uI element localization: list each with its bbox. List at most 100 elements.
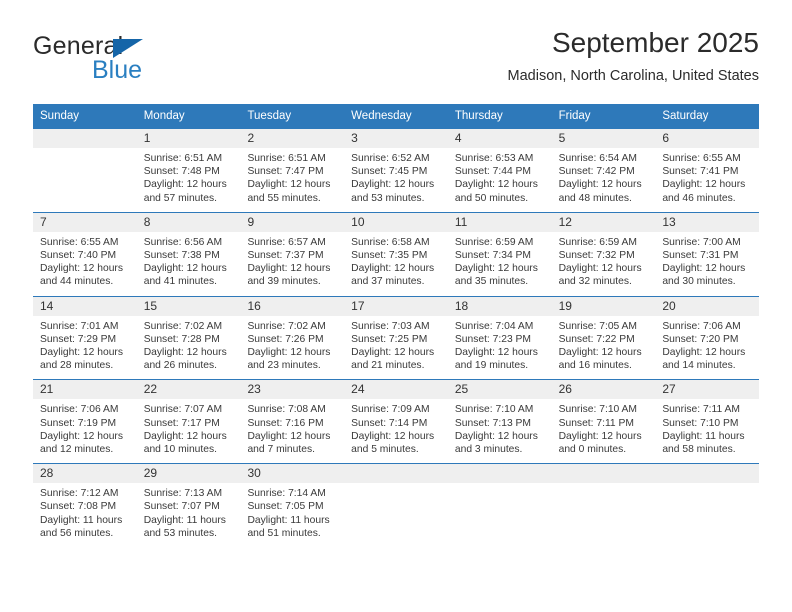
calendar-day-cell-empty: [655, 464, 760, 548]
day-detail-line: Daylight: 11 hours: [662, 430, 745, 442]
day-detail-line: Sunrise: 6:55 AM: [662, 153, 741, 164]
calendar-day-cell-empty: [344, 464, 448, 548]
day-detail-line: Sunset: 7:14 PM: [351, 417, 428, 429]
day-detail-line: Daylight: 12 hours: [351, 179, 435, 191]
day-detail-line: and 12 minutes.: [40, 444, 114, 456]
day-detail-line: Sunrise: 7:14 AM: [247, 488, 326, 500]
day-number: 12: [551, 212, 656, 232]
weekday-header-thursday: Thursday: [447, 104, 552, 129]
day-detail-line: Sunrise: 7:02 AM: [143, 320, 223, 332]
calendar-day-cell[interactable]: 26 Sunrise: 7:10 AM Sunset: 7:11 PM Dayligh…: [551, 380, 656, 464]
day-detail-line: Sunrise: 7:02 AM: [247, 320, 326, 332]
day-detail-line: and 48 minutes.: [558, 192, 632, 204]
day-detail-line: Daylight: 12 hours: [662, 347, 746, 359]
day-details: Sunrise: 7:02 AM Sunset: 7:28 PM Daylight:…: [137, 316, 241, 373]
day-number: 3: [344, 129, 448, 148]
day-detail-line: and 53 minutes.: [351, 192, 425, 204]
day-detail-line: Daylight: 11 hours: [143, 514, 226, 526]
day-detail-line: Sunset: 7:42 PM: [558, 166, 635, 178]
calendar-day-cell[interactable]: 9 Sunrise: 6:57 AM Sunset: 7:37 PM Daylight…: [240, 212, 345, 296]
day-detail-line: Daylight: 12 hours: [662, 263, 746, 275]
day-detail-line: Daylight: 11 hours: [247, 514, 330, 526]
calendar-day-cell[interactable]: 11 Sunrise: 6:59 AM Sunset: 7:34 PM Dayligh…: [447, 212, 552, 296]
day-details: Sunrise: 6:56 AM Sunset: 7:38 PM Daylight:…: [137, 232, 241, 289]
calendar-day-cell[interactable]: 22 Sunrise: 7:07 AM Sunset: 7:17 PM Dayligh…: [136, 380, 241, 464]
calendar-day-cell[interactable]: 13 Sunrise: 7:00 AM Sunset: 7:31 PM Dayligh…: [655, 212, 760, 296]
calendar-day-cell[interactable]: 12 Sunrise: 6:59 AM Sunset: 7:32 PM Dayligh…: [551, 212, 656, 296]
day-detail-line: Sunrise: 6:58 AM: [351, 236, 430, 248]
day-detail-line: Sunrise: 7:05 AM: [558, 320, 638, 332]
calendar-day-cell[interactable]: 23 Sunrise: 7:08 AM Sunset: 7:16 PM Dayligh…: [240, 380, 345, 464]
day-number: 11: [447, 212, 552, 232]
day-detail-line: Daylight: 12 hours: [454, 179, 538, 191]
calendar-day-cell[interactable]: 4 Sunrise: 6:53 AM Sunset: 7:44 PM Daylight…: [447, 129, 552, 212]
day-detail-line: and 3 minutes.: [454, 444, 523, 456]
title-block: September 2025 Madison, North Carolina, …: [508, 26, 759, 86]
day-detail-line: Daylight: 12 hours: [351, 263, 435, 275]
day-detail-line: Daylight: 12 hours: [558, 347, 642, 359]
day-number: 24: [344, 380, 448, 400]
day-details: Sunrise: 7:11 AM Sunset: 7:10 PM Daylight:…: [655, 399, 759, 456]
day-number: [551, 464, 656, 484]
day-detail-line: Sunset: 7:40 PM: [40, 250, 117, 262]
day-number: 7: [33, 212, 137, 232]
day-detail-line: Daylight: 12 hours: [454, 347, 538, 359]
calendar-day-cell[interactable]: 2 Sunrise: 6:51 AM Sunset: 7:47 PM Daylight…: [240, 129, 345, 212]
calendar-day-cell[interactable]: 1 Sunrise: 6:51 AM Sunset: 7:48 PM Daylight…: [136, 129, 241, 212]
day-number: 30: [240, 464, 345, 484]
calendar-day-cell[interactable]: 29 Sunrise: 7:13 AM Sunset: 7:07 PM Dayligh…: [136, 464, 241, 548]
calendar-week-row: 1 Sunrise: 6:51 AM Sunset: 7:48 PM Daylight…: [33, 129, 760, 212]
calendar-day-cell[interactable]: 16 Sunrise: 7:02 AM Sunset: 7:26 PM Dayligh…: [240, 296, 345, 380]
calendar-day-cell[interactable]: 5 Sunrise: 6:54 AM Sunset: 7:42 PM Daylight…: [551, 129, 656, 212]
day-number: 13: [655, 212, 760, 232]
weekday-header-friday: Friday: [551, 104, 656, 129]
calendar-day-cell-empty: [33, 129, 137, 212]
day-number: 28: [33, 464, 137, 484]
day-details: Sunrise: 6:52 AM Sunset: 7:45 PM Daylight:…: [344, 148, 448, 205]
day-detail-line: Daylight: 12 hours: [143, 347, 227, 359]
day-detail-line: Sunset: 7:05 PM: [247, 501, 324, 513]
day-number: 17: [344, 296, 448, 316]
calendar-day-cell[interactable]: 19 Sunrise: 7:05 AM Sunset: 7:22 PM Dayligh…: [551, 296, 656, 380]
day-details: Sunrise: 7:00 AM Sunset: 7:31 PM Daylight:…: [655, 232, 759, 289]
calendar-day-cell[interactable]: 27 Sunrise: 7:11 AM Sunset: 7:10 PM Dayligh…: [655, 380, 760, 464]
weekday-header-saturday: Saturday: [655, 104, 760, 129]
weekday-header-sunday: Sunday: [33, 104, 137, 129]
day-detail-line: Sunset: 7:28 PM: [143, 333, 220, 345]
day-detail-line: and 41 minutes.: [143, 276, 217, 288]
day-number: 14: [33, 296, 137, 316]
calendar-day-cell[interactable]: 15 Sunrise: 7:02 AM Sunset: 7:28 PM Dayligh…: [136, 296, 241, 380]
page-title: September 2025: [551, 27, 759, 58]
logo-text-blue: Blue: [92, 56, 143, 84]
calendar-day-cell[interactable]: 17 Sunrise: 7:03 AM Sunset: 7:25 PM Dayligh…: [344, 296, 448, 380]
day-detail-line: Sunrise: 6:55 AM: [40, 236, 119, 248]
calendar-day-cell[interactable]: 14 Sunrise: 7:01 AM Sunset: 7:29 PM Dayligh…: [33, 296, 137, 380]
calendar-day-cell[interactable]: 20 Sunrise: 7:06 AM Sunset: 7:20 PM Dayligh…: [655, 296, 760, 380]
day-detail-line: Sunrise: 6:57 AM: [247, 236, 326, 248]
calendar-day-cell[interactable]: 25 Sunrise: 7:10 AM Sunset: 7:13 PM Dayligh…: [447, 380, 552, 464]
day-number: 1: [136, 129, 241, 148]
day-detail-line: and 0 minutes.: [558, 444, 627, 456]
day-detail-line: Daylight: 12 hours: [40, 347, 123, 359]
calendar-day-cell[interactable]: 28 Sunrise: 7:12 AM Sunset: 7:08 PM Dayligh…: [33, 464, 137, 548]
calendar-day-cell[interactable]: 7 Sunrise: 6:55 AM Sunset: 7:40 PM Daylight…: [33, 212, 137, 296]
general-blue-logo[interactable]: General Blue: [33, 32, 243, 92]
day-detail-line: Sunset: 7:25 PM: [351, 333, 428, 345]
day-details: Sunrise: 6:58 AM Sunset: 7:35 PM Daylight:…: [344, 232, 448, 289]
day-detail-line: Daylight: 12 hours: [351, 430, 435, 442]
calendar-day-cell[interactable]: 6 Sunrise: 6:55 AM Sunset: 7:41 PM Daylight…: [655, 129, 760, 212]
day-detail-line: Daylight: 12 hours: [143, 179, 227, 191]
calendar-day-cell[interactable]: 10 Sunrise: 6:58 AM Sunset: 7:35 PM Dayligh…: [344, 212, 448, 296]
calendar-day-cell[interactable]: 8 Sunrise: 6:56 AM Sunset: 7:38 PM Daylight…: [136, 212, 241, 296]
day-detail-line: Sunrise: 7:04 AM: [454, 320, 534, 332]
day-details: Sunrise: 7:10 AM Sunset: 7:11 PM Daylight:…: [552, 399, 656, 456]
day-detail-line: Sunset: 7:47 PM: [247, 166, 324, 178]
day-detail-line: Sunrise: 7:06 AM: [40, 404, 119, 416]
day-detail-line: and 21 minutes.: [351, 360, 425, 372]
calendar-day-cell[interactable]: 30 Sunrise: 7:14 AM Sunset: 7:05 PM Dayligh…: [240, 464, 345, 548]
day-details: Sunrise: 7:12 AM Sunset: 7:08 PM Daylight:…: [33, 483, 137, 540]
calendar-day-cell[interactable]: 18 Sunrise: 7:04 AM Sunset: 7:23 PM Dayligh…: [447, 296, 552, 380]
calendar-day-cell[interactable]: 21 Sunrise: 7:06 AM Sunset: 7:19 PM Dayligh…: [33, 380, 137, 464]
calendar-day-cell[interactable]: 3 Sunrise: 6:52 AM Sunset: 7:45 PM Daylight…: [344, 129, 448, 212]
calendar-day-cell[interactable]: 24 Sunrise: 7:09 AM Sunset: 7:14 PM Dayligh…: [344, 380, 448, 464]
